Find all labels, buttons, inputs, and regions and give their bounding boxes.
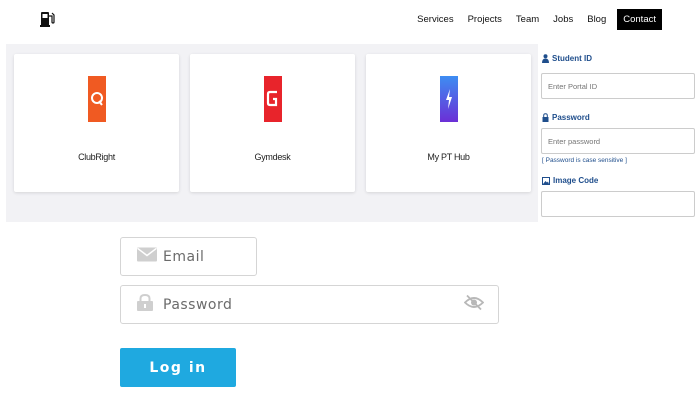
lock-icon bbox=[137, 293, 153, 316]
image-code-label-row: Image Code bbox=[542, 176, 598, 185]
clubright-logo-icon bbox=[87, 76, 106, 127]
user-icon bbox=[542, 54, 549, 63]
nav-jobs[interactable]: Jobs bbox=[546, 10, 580, 29]
side-password-input[interactable] bbox=[541, 128, 695, 154]
page: Services Projects Team Jobs Blog Contact… bbox=[0, 0, 700, 400]
nav-team[interactable]: Team bbox=[509, 10, 546, 29]
app-cards-section: ClubRight Gymdesk My PT Hub bbox=[6, 44, 538, 222]
eye-slash-icon[interactable] bbox=[463, 294, 485, 315]
card-gymdesk[interactable]: Gymdesk bbox=[190, 54, 355, 192]
gymdesk-logo-icon bbox=[263, 76, 282, 127]
student-login-panel: Student ID Password [ Password is case s… bbox=[538, 44, 700, 222]
image-icon bbox=[542, 176, 550, 185]
password-label-row: Password bbox=[542, 113, 590, 122]
lock-icon bbox=[542, 113, 549, 122]
card-label: Gymdesk bbox=[254, 152, 291, 162]
envelope-icon bbox=[137, 247, 157, 266]
password-note: [ Password is case sensitive ] bbox=[542, 157, 627, 164]
student-id-input[interactable] bbox=[541, 73, 695, 99]
login-button[interactable]: Log in bbox=[120, 348, 236, 387]
card-my-pt-hub[interactable]: My PT Hub bbox=[366, 54, 531, 192]
nav-contact-button[interactable]: Contact bbox=[617, 9, 662, 30]
top-nav: Services Projects Team Jobs Blog Contact bbox=[0, 0, 700, 44]
my-pt-hub-logo-icon bbox=[439, 76, 458, 127]
nav-blog[interactable]: Blog bbox=[580, 10, 613, 29]
student-id-label-row: Student ID bbox=[542, 54, 592, 63]
password-field[interactable] bbox=[120, 285, 499, 324]
image-code-label: Image Code bbox=[553, 176, 599, 185]
email-field[interactable] bbox=[120, 237, 257, 276]
password-input[interactable] bbox=[163, 286, 413, 323]
image-code-input[interactable] bbox=[541, 191, 695, 217]
nav-menu: Services Projects Team Jobs Blog Contact bbox=[410, 9, 662, 30]
nav-projects[interactable]: Projects bbox=[461, 10, 509, 29]
card-clubright[interactable]: ClubRight bbox=[14, 54, 179, 192]
password-label: Password bbox=[552, 113, 590, 122]
fuel-pump-logo-icon[interactable] bbox=[40, 10, 56, 28]
nav-services[interactable]: Services bbox=[410, 10, 460, 29]
card-label: ClubRight bbox=[78, 152, 115, 162]
card-label: My PT Hub bbox=[427, 152, 470, 162]
email-input[interactable] bbox=[163, 238, 253, 275]
student-id-label: Student ID bbox=[552, 54, 592, 63]
